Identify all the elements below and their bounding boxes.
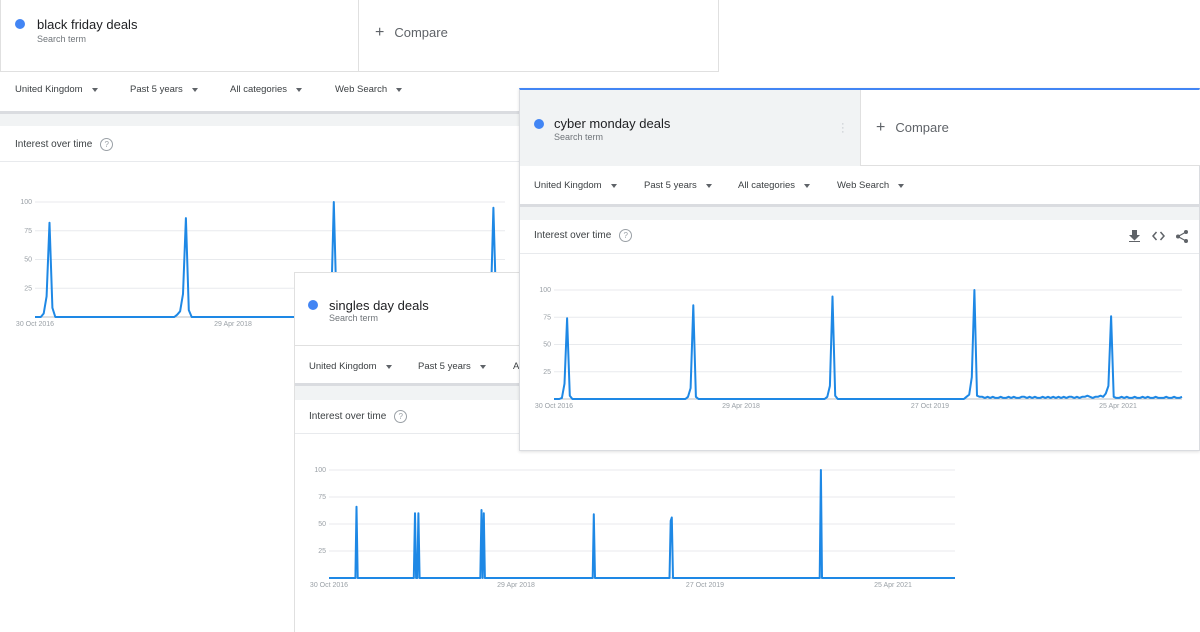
y-tick-label: 75: [24, 228, 32, 235]
time-range-select[interactable]: Past 5 years: [130, 84, 230, 95]
x-tick-label: 29 Apr 2018: [497, 582, 535, 589]
plus-icon: +: [876, 119, 886, 136]
y-tick-label: 75: [318, 494, 326, 501]
cyber-monday-interest-chart: 100 75 50 25 30 Oct 2016 29 Apr 2018 27 Oct 20…: [535, 287, 1183, 410]
y-tick-label: 50: [24, 257, 32, 264]
filter-bar: United Kingdom Past 5 years All categori…: [534, 180, 905, 191]
x-tick-label: 25 Apr 2021: [1099, 403, 1137, 410]
help-icon[interactable]: ?: [100, 138, 114, 151]
download-icon[interactable]: [1129, 230, 1140, 242]
singles-day-interest-chart: 100 75 50 25 30 Oct 2016 29 Apr 2018 27 Oct 20…: [310, 467, 955, 589]
section-gap: [520, 207, 1199, 220]
search-term-sublabel: Search term: [554, 132, 604, 142]
search-term-card[interactable]: black friday deals Search term: [0, 0, 359, 72]
dropdown-arrow-icon: [191, 87, 198, 92]
dropdown-arrow-icon: [610, 183, 617, 188]
y-tick-label: 50: [318, 521, 326, 528]
x-tick-label: 27 Oct 2019: [911, 403, 949, 410]
section-gap: [295, 386, 521, 400]
search-term-card[interactable]: singles day deals Search term: [295, 272, 535, 346]
y-tick-label: 25: [318, 548, 326, 555]
search-term-label: singles day deals: [329, 298, 429, 313]
category-select[interactable]: All categories: [738, 180, 837, 191]
search-term-label: black friday deals: [37, 17, 138, 32]
series-color-dot: [534, 119, 544, 129]
search-type-select[interactable]: Web Search: [335, 84, 403, 95]
region-select[interactable]: United Kingdom: [309, 361, 418, 372]
search-term-sublabel: Search term: [37, 34, 87, 44]
dropdown-arrow-icon: [296, 87, 303, 92]
x-tick-label: 29 Apr 2018: [722, 403, 760, 410]
more-options-icon[interactable]: · · ·: [841, 119, 845, 138]
interest-over-time-title: Interest over time?: [309, 410, 408, 423]
category-select[interactable]: All categories: [230, 84, 335, 95]
search-term-card[interactable]: cyber monday deals Search term · · ·: [520, 90, 860, 166]
dropdown-arrow-icon: [705, 183, 712, 188]
dropdown-arrow-icon: [898, 183, 905, 188]
interest-over-time-title: Interest over time?: [15, 138, 114, 151]
time-range-select[interactable]: Past 5 years: [418, 361, 513, 372]
search-term-sublabel: Search term: [329, 313, 379, 323]
dropdown-arrow-icon: [385, 364, 392, 369]
y-tick-label: 50: [543, 342, 551, 349]
region-select[interactable]: United Kingdom: [534, 180, 644, 191]
compare-card[interactable]: + Compare: [358, 0, 719, 72]
filter-bar: United Kingdom Past 5 years Al: [309, 361, 521, 372]
header-rule: [520, 253, 1199, 254]
compare-button[interactable]: + Compare: [375, 24, 448, 42]
series-color-dot: [308, 300, 318, 310]
x-tick-label: 29 Apr 2018: [214, 321, 252, 328]
help-icon[interactable]: ?: [394, 410, 408, 423]
header-rule: [0, 161, 520, 162]
search-type-select[interactable]: Web Search: [837, 180, 905, 191]
section-gap: [0, 114, 520, 126]
x-tick-label: 27 Oct 2019: [686, 582, 724, 589]
y-tick-label: 100: [314, 467, 326, 474]
dropdown-arrow-icon: [479, 364, 486, 369]
y-tick-label: 75: [543, 314, 551, 321]
search-term-label: cyber monday deals: [554, 116, 671, 131]
x-tick-label: 30 Oct 2016: [310, 582, 348, 589]
help-icon[interactable]: ?: [619, 229, 633, 242]
compare-button[interactable]: + Compare: [876, 119, 949, 137]
compare-card[interactable]: + Compare: [860, 90, 1200, 166]
filter-bar: United Kingdom Past 5 years All categori…: [15, 84, 403, 95]
y-tick-label: 25: [24, 285, 32, 292]
x-tick-label: 30 Oct 2016: [16, 321, 54, 328]
x-tick-label: 25 Apr 2021: [874, 582, 912, 589]
y-tick-label: 25: [543, 369, 551, 376]
cyber-monday-panel: cyber monday deals Search term · · · + Comp…: [519, 88, 1200, 451]
share-icon[interactable]: [1176, 230, 1188, 243]
y-tick-label: 100: [20, 199, 32, 206]
x-tick-label: 30 Oct 2016: [535, 403, 573, 410]
plus-icon: +: [375, 24, 385, 41]
y-tick-label: 100: [539, 287, 551, 294]
dropdown-arrow-icon: [91, 87, 98, 92]
embed-code-icon[interactable]: [1152, 231, 1165, 241]
region-select[interactable]: United Kingdom: [15, 84, 130, 95]
series-color-dot: [15, 19, 25, 29]
dropdown-arrow-icon: [396, 87, 403, 92]
dropdown-arrow-icon: [804, 183, 811, 188]
time-range-select[interactable]: Past 5 years: [644, 180, 738, 191]
interest-over-time-title: Interest over time?: [534, 229, 633, 242]
